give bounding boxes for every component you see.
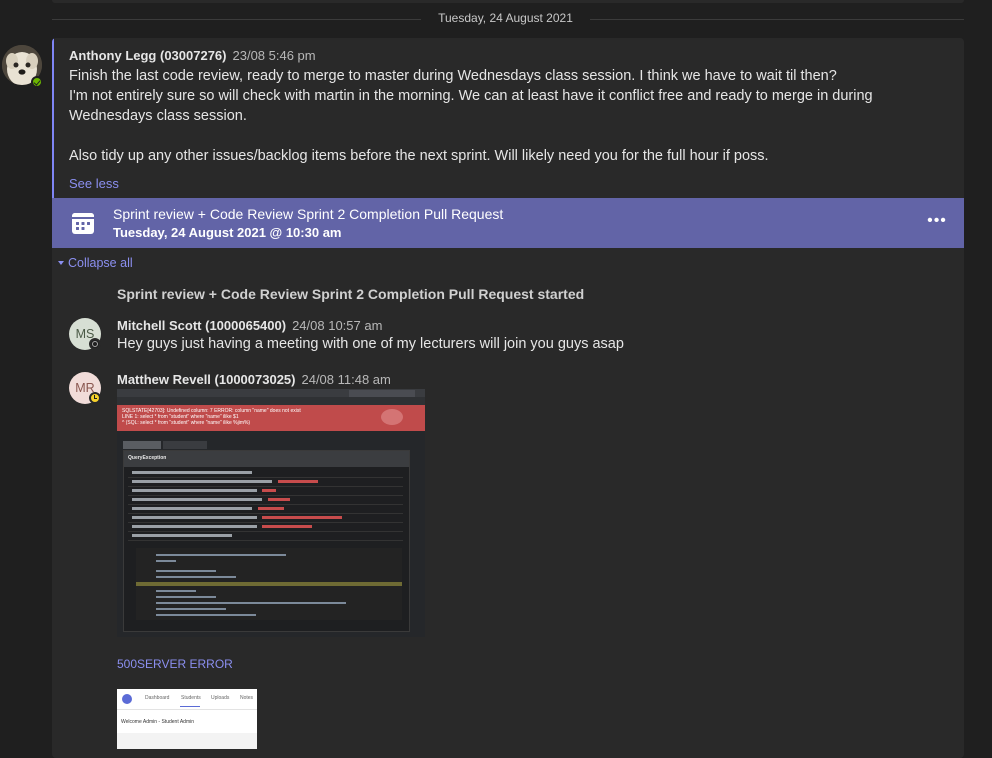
post-line: Also tidy up any other issues/backlog it… [69, 148, 769, 164]
available-status-icon [31, 76, 43, 88]
offline-status-icon [89, 338, 101, 350]
date-divider: Tuesday, 24 August 2021 [52, 8, 964, 30]
more-options-icon[interactable]: ••• [924, 210, 950, 236]
meeting-card[interactable]: Sprint review + Code Review Sprint 2 Com… [52, 198, 964, 248]
thread-post: Anthony Legg (03007276) 23/08 5:46 pm Fin… [52, 38, 964, 758]
divider-line-right [590, 19, 964, 20]
away-status-icon [89, 392, 101, 404]
post-line: I'm not entirely sure so will check with… [69, 88, 873, 124]
meeting-started-message: Sprint review + Code Review Sprint 2 Com… [117, 286, 585, 302]
post-line: Finish the last code review, ready to me… [69, 68, 837, 84]
reply-text: Hey guys just having a meeting with one … [117, 336, 624, 352]
error-screenshot-image[interactable]: SQLSTATE[42703]: Undefined column: 7 ERR… [117, 389, 425, 637]
post-body: Finish the last code review, ready to me… [69, 66, 949, 166]
caret-down-icon [58, 261, 64, 265]
post-time: 23/08 5:46 pm [232, 48, 316, 63]
see-less-link[interactable]: See less [69, 176, 119, 191]
screenshot-code-block [136, 548, 402, 620]
reply-time: 24/08 10:57 am [292, 318, 383, 333]
reply-header: Mitchell Scott (1000065400) 24/08 10:57 a… [117, 318, 382, 333]
server-error-link[interactable]: 500SERVER ERROR [117, 657, 233, 671]
dashboard-screenshot-image[interactable]: Dashboard Students Uploads Notes Welcome… [117, 689, 257, 749]
screenshot-exception-panel: QueryException [123, 450, 410, 632]
meeting-time: Tuesday, 24 August 2021 @ 10:30 am [113, 225, 342, 240]
app-logo-icon [122, 694, 132, 704]
reply-time: 24/08 11:48 am [301, 372, 391, 387]
previous-message-card [52, 0, 964, 3]
date-divider-text: Tuesday, 24 August 2021 [438, 11, 573, 25]
reply-author[interactable]: Matthew Revell (1000073025) [117, 372, 295, 387]
post-author[interactable]: Anthony Legg (03007276) [69, 48, 227, 63]
screenshot-topbar [117, 389, 425, 397]
post-header: Anthony Legg (03007276) 23/08 5:46 pm [69, 48, 316, 63]
screenshot-error-banner: SQLSTATE[42703]: Undefined column: 7 ERR… [117, 405, 425, 431]
post-accent-bar [52, 38, 54, 198]
error-mascot-icon [381, 409, 403, 425]
collapse-all-button[interactable]: Collapse all [58, 256, 133, 270]
collapse-all-label: Collapse all [68, 256, 133, 270]
meeting-title: Sprint review + Code Review Sprint 2 Com… [113, 206, 504, 222]
divider-line-left [52, 19, 421, 20]
calendar-icon [72, 213, 94, 234]
reply-author[interactable]: Mitchell Scott (1000065400) [117, 318, 286, 333]
reply-header: Matthew Revell (1000073025) 24/08 11:48 a… [117, 372, 391, 387]
